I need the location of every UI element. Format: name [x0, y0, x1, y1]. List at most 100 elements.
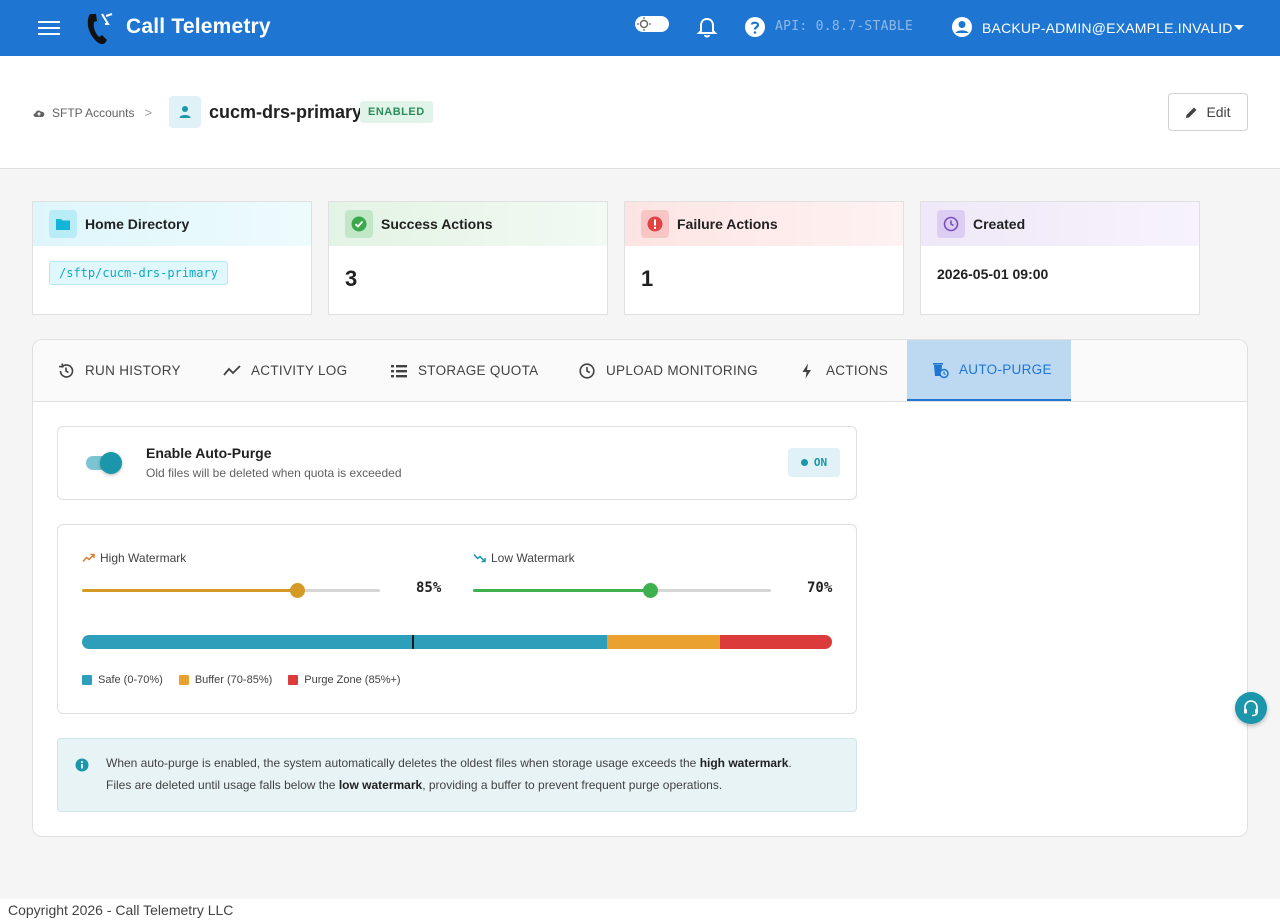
slider-thumb[interactable] [643, 583, 658, 598]
info-text: Files are deleted until usage falls belo… [106, 778, 339, 792]
low-watermark-slider[interactable] [473, 583, 771, 598]
tab-label: ACTIVITY LOG [251, 363, 348, 378]
status-badge-label: ON [813, 456, 828, 469]
high-watermark-slider[interactable] [82, 583, 380, 598]
history-icon [58, 362, 74, 378]
menu-icon[interactable] [38, 18, 62, 38]
person-icon [179, 106, 191, 118]
tab-label: UPLOAD MONITORING [606, 363, 758, 378]
chevron-down-icon[interactable] [1234, 25, 1244, 30]
page-title: cucm-drs-primary [209, 102, 363, 122]
legend-swatch [178, 675, 189, 685]
zone-purge [720, 635, 832, 649]
notifications-bell-icon[interactable] [696, 16, 718, 40]
tabs-panel: RUN HISTORY ACTIVITY LOG STORAGE QUOTA U… [32, 339, 1248, 837]
usage-marker [412, 635, 414, 649]
low-watermark-label: Low Watermark [473, 551, 575, 565]
theme-toggle-icon[interactable] [634, 14, 670, 34]
failure-actions-count: 1 [641, 266, 654, 291]
tab-auto-purge[interactable]: AUTO-PURGE [907, 340, 1071, 401]
auto-purge-info-alert: When auto-purge is enabled, the system a… [57, 738, 857, 812]
low-watermark-value: 70% [807, 580, 833, 596]
bolt-icon [802, 363, 811, 378]
trending-down-icon [473, 554, 486, 563]
info-bold-high-watermark: high watermark [699, 756, 789, 770]
high-watermark-value: 85% [416, 580, 442, 596]
delete-clock-icon [933, 362, 949, 378]
footer-copyright: Copyright 2026 - Call Telemetry LLC [0, 899, 1280, 921]
zone-buffer [607, 635, 720, 649]
home-directory-header: Home Directory [33, 202, 311, 246]
clock-icon [579, 362, 595, 379]
help-icon[interactable] [744, 16, 766, 38]
page-header: SFTP Accounts > cucm-drs-primary ENABLED… [0, 56, 1280, 169]
home-directory-card: Home Directory /sftp/cucm-drs-primary [32, 201, 312, 315]
watermark-zone-bar [82, 635, 832, 649]
auto-purge-subtitle: Old files will be deleted when quota is … [146, 466, 402, 480]
low-watermark-text: Low Watermark [491, 551, 575, 565]
created-header: Created [921, 202, 1199, 246]
status-badge: ENABLED [360, 101, 433, 123]
zone-legend: Safe (0-70%) Buffer (70-85%) Purge Zone … [82, 674, 401, 686]
success-actions-count: 3 [345, 266, 358, 291]
home-directory-path: /sftp/cucm-drs-primary [49, 261, 228, 285]
tab-actions[interactable]: ACTIONS [798, 340, 888, 401]
tab-upload-monitoring[interactable]: UPLOAD MONITORING [578, 340, 758, 401]
breadcrumb-sftp-accounts[interactable]: SFTP Accounts [52, 106, 134, 120]
info-text: When auto-purge is enabled, the system a… [106, 756, 700, 770]
cloud-upload-icon [33, 110, 45, 117]
auto-purge-switch[interactable] [86, 452, 122, 474]
auto-purge-title: Enable Auto-Purge [146, 445, 272, 461]
headset-icon [1244, 700, 1258, 717]
watermark-card: High Watermark 85% Low Watermark 70% Saf… [57, 524, 857, 714]
pencil-icon [1186, 107, 1197, 118]
success-actions-header: Success Actions [329, 202, 607, 246]
check-circle-icon [345, 210, 373, 238]
tab-label: STORAGE QUOTA [418, 363, 539, 378]
info-text: , providing a buffer to prevent frequent… [422, 778, 723, 792]
tab-storage-quota[interactable]: STORAGE QUOTA [390, 340, 538, 401]
info-line-1: When auto-purge is enabled, the system a… [106, 756, 792, 770]
created-label: Created [973, 216, 1026, 232]
user-menu[interactable]: BACKUP-ADMIN@EXAMPLE.INVALID [982, 20, 1233, 36]
tab-label: AUTO-PURGE [959, 362, 1052, 377]
legend-item-buffer: Buffer (70-85%) [178, 674, 273, 686]
legend-swatch [288, 675, 299, 685]
legend-swatch [82, 675, 92, 685]
success-actions-label: Success Actions [381, 216, 493, 232]
info-icon [75, 758, 89, 772]
clock-icon [937, 210, 965, 238]
account-avatar [169, 96, 201, 128]
slider-fill [82, 589, 297, 592]
support-chat-button[interactable] [1235, 692, 1267, 724]
slider-thumb[interactable] [290, 583, 305, 598]
legend-label: Buffer (70-85%) [194, 674, 273, 686]
home-directory-label: Home Directory [85, 216, 190, 232]
tab-label: ACTIONS [826, 363, 889, 378]
status-dot [800, 459, 808, 466]
edit-button-label: Edit [1206, 104, 1231, 120]
info-line-2: Files are deleted until usage falls belo… [106, 778, 722, 792]
folder-icon [49, 210, 77, 238]
created-card: Created 2026-05-01 09:00 [920, 201, 1200, 315]
failure-actions-label: Failure Actions [677, 216, 778, 232]
breadcrumb: SFTP Accounts > [32, 105, 152, 120]
breadcrumb-separator: > [144, 105, 153, 120]
slider-fill [473, 589, 650, 592]
legend-label: Purge Zone (85%+) [304, 674, 401, 686]
legend-label: Safe (0-70%) [98, 674, 163, 686]
tab-run-history[interactable]: RUN HISTORY [57, 340, 181, 401]
high-watermark-text: High Watermark [100, 551, 187, 565]
tab-activity-log[interactable]: ACTIVITY LOG [223, 340, 347, 401]
list-icon [391, 364, 407, 377]
zone-safe [82, 635, 607, 649]
auto-purge-status-badge: ON [788, 448, 840, 477]
legend-item-safe: Safe (0-70%) [82, 674, 163, 686]
info-bold-low-watermark: low watermark [338, 778, 423, 792]
tab-label: RUN HISTORY [85, 363, 181, 378]
legend-item-purge: Purge Zone (85%+) [288, 674, 401, 686]
account-circle-icon[interactable] [951, 16, 973, 38]
high-watermark-label: High Watermark [82, 551, 186, 565]
edit-button[interactable]: Edit [1168, 93, 1248, 131]
app-title[interactable]: Call Telemetry [126, 15, 271, 39]
